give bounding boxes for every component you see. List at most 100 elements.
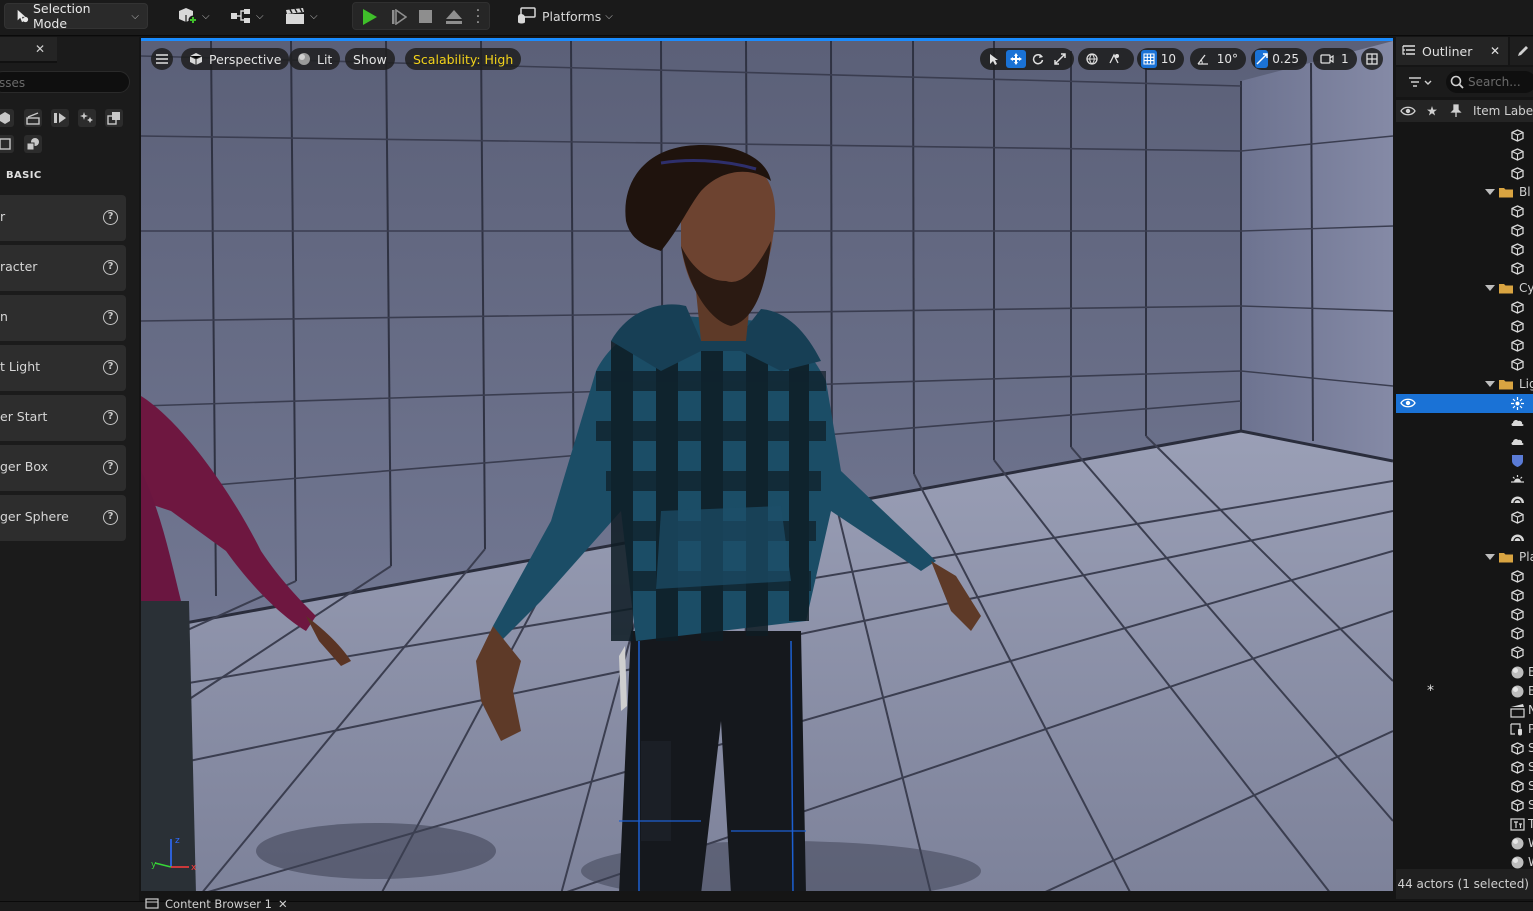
outliner-row[interactable] bbox=[1396, 164, 1533, 183]
actor-item-4[interactable]: er Start ? bbox=[0, 395, 126, 441]
viewport-layout-button[interactable] bbox=[1361, 48, 1383, 70]
close-icon[interactable]: ✕ bbox=[1490, 44, 1500, 58]
outliner-row[interactable] bbox=[1396, 126, 1533, 145]
details-tab[interactable] bbox=[1510, 37, 1533, 65]
outliner-row[interactable] bbox=[1396, 145, 1533, 164]
outliner-row[interactable]: SM bbox=[1396, 796, 1533, 815]
outliner-row[interactable] bbox=[1396, 489, 1533, 508]
help-icon[interactable]: ? bbox=[103, 410, 118, 425]
more-options-icon[interactable]: · · · bbox=[475, 4, 481, 30]
star-icon[interactable] bbox=[1426, 105, 1438, 117]
outliner-row[interactable]: SM bbox=[1396, 758, 1533, 777]
help-icon[interactable]: ? bbox=[103, 260, 118, 275]
scale-snap-value[interactable]: 0.25 bbox=[1270, 52, 1303, 66]
outliner-row[interactable] bbox=[1396, 355, 1533, 374]
outliner-tab[interactable]: Outliner ✕ bbox=[1396, 37, 1508, 65]
outliner-row[interactable] bbox=[1396, 298, 1533, 317]
help-icon[interactable]: ? bbox=[103, 310, 118, 325]
outliner-row[interactable] bbox=[1396, 240, 1533, 259]
scalability-warning[interactable]: Scalability: High bbox=[405, 48, 522, 70]
outliner-row[interactable] bbox=[1396, 394, 1533, 413]
world-coordinates-icon[interactable] bbox=[1082, 50, 1102, 68]
outliner-row[interactable]: Pla bbox=[1396, 720, 1533, 739]
selection-mode-dropdown[interactable]: Selection Mode ⌵ bbox=[4, 1, 148, 31]
cinematics-button[interactable]: ⌵ bbox=[284, 3, 318, 29]
close-icon[interactable]: ✕ bbox=[278, 897, 288, 911]
outliner-row[interactable]: SM bbox=[1396, 739, 1533, 758]
all-classes-category-icon[interactable] bbox=[105, 109, 123, 127]
outliner-row[interactable] bbox=[1396, 432, 1533, 451]
item-label-column[interactable]: Item Label bbox=[1473, 104, 1533, 118]
grid-snap-value[interactable]: 10 bbox=[1159, 52, 1180, 66]
level-viewport[interactable]: Perspective Lit Show Scalability: High 1… bbox=[141, 38, 1393, 891]
outliner-folder[interactable]: Pla bbox=[1396, 548, 1533, 567]
outliner-row[interactable] bbox=[1396, 451, 1533, 470]
stop-icon[interactable] bbox=[419, 10, 432, 23]
outliner-row[interactable] bbox=[1396, 470, 1533, 489]
blueprints-button[interactable]: ⌵ bbox=[230, 3, 264, 29]
camera-speed-value[interactable]: 1 bbox=[1339, 52, 1353, 66]
outliner-row[interactable] bbox=[1396, 259, 1533, 278]
outliner-row[interactable] bbox=[1396, 202, 1533, 221]
favorite-star-icon[interactable]: * bbox=[1427, 683, 1434, 699]
add-actor-button[interactable]: ⌵ bbox=[176, 3, 210, 29]
outliner-row[interactable] bbox=[1396, 643, 1533, 662]
visual-effects-category-icon[interactable] bbox=[78, 109, 96, 127]
view-mode-dropdown[interactable]: Lit bbox=[289, 48, 341, 70]
content-browser-tab[interactable]: Content Browser 1 ✕ bbox=[145, 896, 288, 911]
outliner-folder[interactable]: Cy bbox=[1396, 279, 1533, 298]
place-actors-tab[interactable]: ✕ bbox=[0, 37, 57, 63]
volumes-category-icon[interactable] bbox=[0, 135, 14, 153]
scale-snap-icon[interactable] bbox=[1255, 50, 1269, 68]
pin-icon[interactable] bbox=[1450, 104, 1462, 118]
expand-arrow-icon[interactable] bbox=[1485, 285, 1495, 291]
help-icon[interactable]: ? bbox=[103, 360, 118, 375]
filter-icon[interactable] bbox=[1408, 76, 1432, 90]
play-icon[interactable] bbox=[363, 9, 377, 25]
outliner-row[interactable]: * BP bbox=[1396, 682, 1533, 701]
rotate-tool-icon[interactable] bbox=[1028, 50, 1048, 68]
translate-tool-icon[interactable] bbox=[1006, 50, 1026, 68]
outliner-row[interactable] bbox=[1396, 567, 1533, 586]
outliner-row[interactable] bbox=[1396, 605, 1533, 624]
actor-item-5[interactable]: ger Box ? bbox=[0, 445, 126, 491]
perspective-dropdown[interactable]: Perspective bbox=[181, 48, 290, 70]
camera-speed-icon[interactable] bbox=[1317, 50, 1337, 68]
outliner-row[interactable] bbox=[1396, 317, 1533, 336]
eye-icon[interactable] bbox=[1400, 397, 1416, 412]
help-icon[interactable]: ? bbox=[103, 210, 118, 225]
expand-arrow-icon[interactable] bbox=[1485, 381, 1495, 387]
show-dropdown[interactable]: Show bbox=[345, 48, 395, 70]
outliner-row[interactable]: SM bbox=[1396, 777, 1533, 796]
basic-shapes-icon[interactable] bbox=[0, 109, 14, 127]
platforms-dropdown[interactable]: Platforms ⌵ bbox=[516, 3, 613, 29]
surface-snapping-icon[interactable] bbox=[1104, 50, 1124, 68]
outliner-row[interactable]: Wo bbox=[1396, 834, 1533, 853]
place-actors-search-input[interactable]: sses bbox=[0, 71, 130, 93]
viewport-options-button[interactable] bbox=[151, 48, 173, 70]
actor-item-2[interactable]: n ? bbox=[0, 295, 126, 341]
actor-item-3[interactable]: t Light ? bbox=[0, 345, 126, 391]
grid-snap-icon[interactable] bbox=[1141, 50, 1157, 68]
geometry-category-icon[interactable] bbox=[24, 135, 42, 153]
outliner-search-input[interactable]: Search... bbox=[1446, 71, 1533, 93]
close-icon[interactable]: ✕ bbox=[35, 42, 45, 56]
cinematic-category-icon[interactable] bbox=[51, 109, 69, 127]
outliner-row[interactable] bbox=[1396, 413, 1533, 432]
outliner-row[interactable] bbox=[1396, 221, 1533, 240]
outliner-folder[interactable]: Lig bbox=[1396, 375, 1533, 394]
outliner-row[interactable] bbox=[1396, 624, 1533, 643]
outliner-folder[interactable]: Bl bbox=[1396, 183, 1533, 202]
outliner-row[interactable] bbox=[1396, 336, 1533, 355]
actor-item-1[interactable]: racter ? bbox=[0, 245, 126, 291]
outliner-row[interactable] bbox=[1396, 527, 1533, 546]
lights-category-icon[interactable] bbox=[24, 109, 42, 127]
help-icon[interactable]: ? bbox=[103, 510, 118, 525]
actor-item-0[interactable]: r ? bbox=[0, 195, 126, 241]
outliner-row[interactable] bbox=[1396, 586, 1533, 605]
actor-item-6[interactable]: ger Sphere ? bbox=[0, 495, 126, 541]
help-icon[interactable]: ? bbox=[103, 460, 118, 475]
eye-icon[interactable] bbox=[1400, 105, 1416, 117]
expand-arrow-icon[interactable] bbox=[1485, 189, 1495, 195]
scale-tool-icon[interactable] bbox=[1050, 50, 1070, 68]
